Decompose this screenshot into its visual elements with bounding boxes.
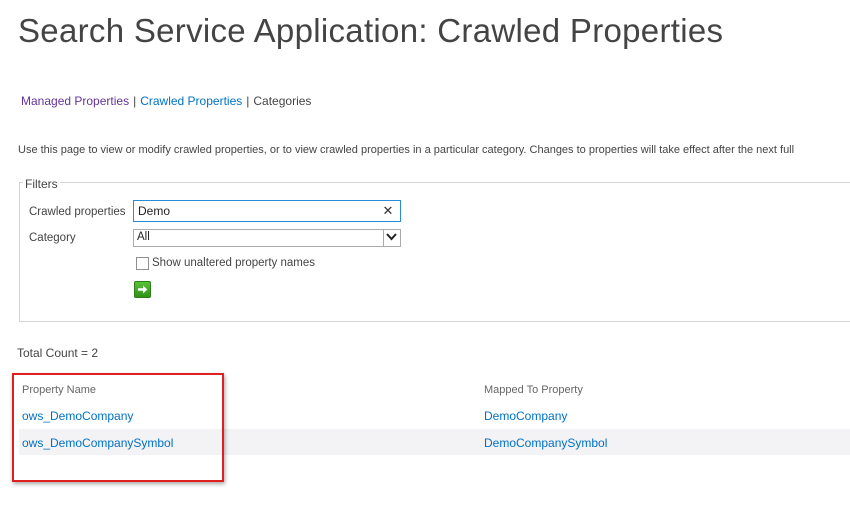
breadcrumb-nav: Managed Properties | Crawled Properties | Ca… (21, 94, 311, 108)
close-icon[interactable]: ✕ (381, 202, 395, 220)
category-select[interactable]: All (133, 229, 401, 247)
category-selected-value: All (137, 231, 150, 243)
nav-categories-current: Categories (253, 94, 312, 108)
nav-separator: | (133, 94, 137, 108)
show-unaltered-label: Show unaltered property names (152, 257, 316, 269)
page-title: Search Service Application: Crawled Prop… (18, 12, 724, 49)
filters-legend: Filters (23, 177, 60, 191)
nav-managed-properties-link[interactable]: Managed Properties (21, 94, 129, 108)
mapped-property-link[interactable]: DemoCompanySymbol (484, 436, 607, 450)
total-count: Total Count = 2 (17, 346, 99, 360)
crawled-properties-label: Crawled properties (29, 206, 126, 218)
page-description: Use this page to view or modify crawled … (18, 144, 795, 156)
arrow-right-icon (138, 285, 148, 294)
show-unaltered-checkbox[interactable] (136, 257, 149, 270)
chevron-down-icon[interactable] (383, 230, 400, 246)
go-button[interactable] (134, 281, 151, 298)
crawled-properties-search-input[interactable] (133, 200, 401, 222)
annotation-highlight-box (12, 373, 224, 482)
nav-separator: | (246, 94, 250, 108)
category-label: Category (29, 232, 76, 244)
nav-crawled-properties-link[interactable]: Crawled Properties (140, 94, 242, 108)
column-header-mapped-to: Mapped To Property (484, 384, 583, 396)
mapped-property-link[interactable]: DemoCompany (484, 409, 567, 423)
